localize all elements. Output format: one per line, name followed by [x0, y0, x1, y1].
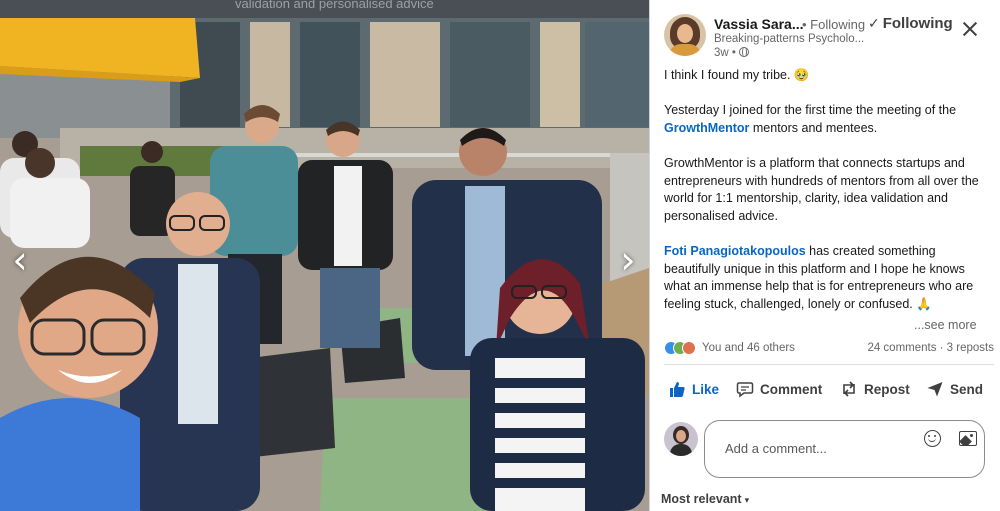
like-label: Like [692, 381, 720, 397]
repost-label: Repost [864, 381, 910, 397]
post-text-paragraph4: Foti Panagiotakopoulos has created somet… [664, 243, 994, 313]
post-body: I think I found my tribe. 🥹 Yesterday I … [664, 67, 994, 331]
author-avatar[interactable] [664, 14, 706, 56]
send-icon [927, 382, 943, 397]
see-more-link[interactable]: ...see more [914, 318, 977, 332]
post-time-text: 3w • [714, 47, 736, 59]
globe-icon [738, 47, 749, 57]
close-icon[interactable] [961, 20, 979, 38]
author-follow-status: • Following [802, 17, 866, 32]
social-counts-bar: You and 46 others 24 comments · 3 repost… [664, 340, 994, 358]
repost-icon [843, 381, 855, 397]
mention-growthmentor[interactable]: GrowthMentor [664, 121, 749, 135]
post-photo[interactable]: validation and personalised advice ‹ › [0, 0, 649, 511]
love-reaction-icon [682, 341, 696, 355]
author-name[interactable]: Vassia Sara... [714, 16, 804, 32]
emoji-icon[interactable] [924, 430, 941, 447]
following-button[interactable]: ✓ Following [868, 15, 953, 32]
comment-label: Comment [760, 381, 823, 397]
comment-icon [736, 382, 754, 398]
comment-sort-dropdown[interactable]: Most relevant ▾ [661, 492, 749, 506]
post-time: 3w • [714, 47, 749, 59]
repost-button[interactable]: Repost [840, 373, 910, 405]
following-label: Following [882, 15, 953, 32]
next-photo-button[interactable]: › [614, 238, 642, 282]
post-text-fragment: Yesterday I joined for the first time th… [664, 103, 957, 118]
post-text-line1: I think I found my tribe. 🥹 [664, 68, 810, 82]
previous-photo-button[interactable]: ‹ [6, 238, 34, 282]
background-page-text: validation and personalised advice [235, 0, 434, 11]
post-actions: Like Comment Repost Send [664, 373, 994, 405]
thumbs-up-icon [670, 382, 685, 397]
mention-foti[interactable]: Foti Panagiotakopoulos [664, 244, 806, 258]
comments-reposts-count[interactable]: 24 comments · 3 reposts [867, 342, 994, 354]
post-side-panel: Vassia Sara... • Following Breaking-patt… [649, 0, 1000, 511]
author-headline: Breaking-patterns Psycholo... [714, 33, 864, 45]
group-selfie-image [0, 18, 649, 511]
comment-input[interactable] [725, 441, 905, 456]
comment-composer [664, 420, 994, 480]
post-text-fragment: mentors and mentees. [749, 120, 878, 135]
comment-input-box[interactable] [704, 420, 985, 478]
image-icon[interactable] [959, 431, 977, 446]
divider [664, 364, 994, 365]
post-text-paragraph3: GrowthMentor is a platform that connects… [664, 155, 979, 223]
check-icon: ✓ [868, 16, 880, 32]
chevron-down-icon: ▾ [744, 496, 750, 506]
post-text-paragraph2: Yesterday I joined for the first time th… [664, 102, 994, 137]
sort-label: Most relevant [661, 492, 742, 506]
post-viewer: validation and personalised advice ‹ › V… [0, 0, 1000, 511]
current-user-avatar[interactable] [664, 422, 698, 456]
send-label: Send [950, 381, 984, 397]
reactions-count[interactable]: You and 46 others [702, 342, 795, 354]
send-button[interactable]: Send [926, 373, 983, 405]
like-button[interactable]: Like [668, 373, 719, 405]
comment-button[interactable]: Comment [736, 373, 822, 405]
